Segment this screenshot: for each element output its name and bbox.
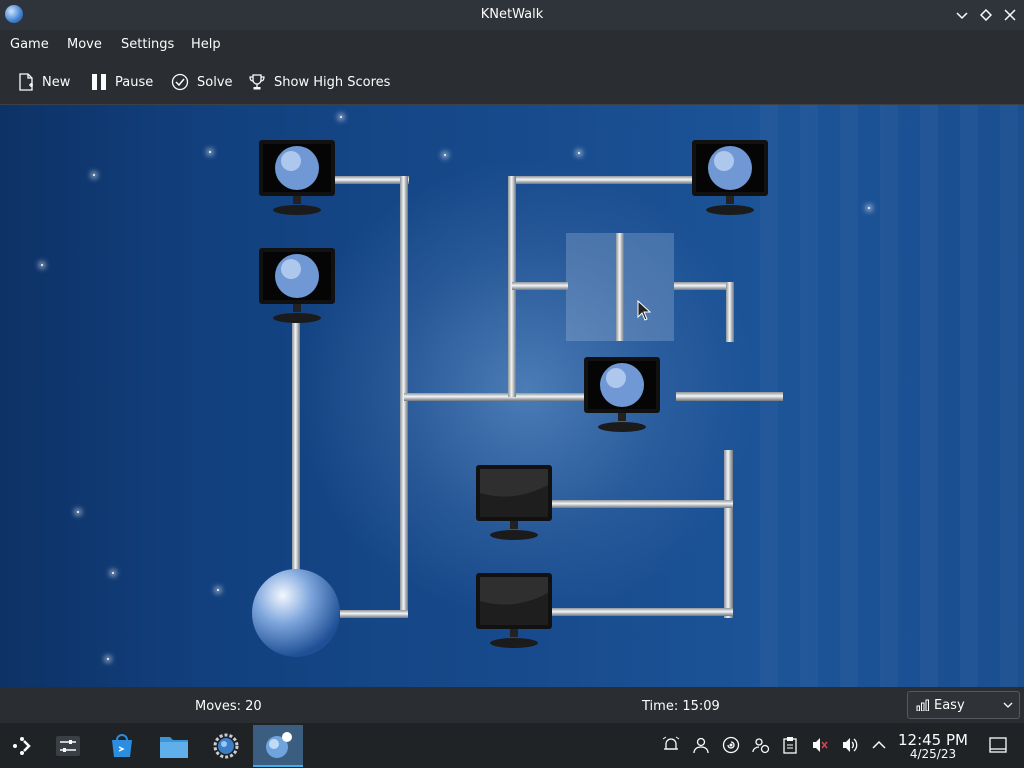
time-counter: Time: 15:09	[642, 699, 720, 714]
application-launcher-icon[interactable]	[2, 727, 42, 765]
toolbar: New Pause Solve Show High Scores	[0, 60, 1024, 105]
background-stripes	[760, 105, 1024, 687]
pause-button[interactable]: Pause	[91, 72, 153, 92]
star	[340, 116, 342, 118]
computer-offline-icon	[476, 465, 552, 540]
new-button[interactable]: New	[18, 72, 70, 92]
computer-online-icon	[584, 357, 660, 432]
user-icon[interactable]	[691, 735, 711, 755]
taskbar: 12:45 PM 4/25/23	[0, 723, 1024, 768]
star	[107, 658, 109, 660]
cable	[676, 392, 783, 401]
cable	[552, 500, 733, 508]
minimize-button[interactable]	[952, 5, 972, 25]
close-button[interactable]	[1000, 5, 1020, 25]
menu-game[interactable]: Game	[10, 37, 49, 52]
file-manager-icon[interactable]	[154, 727, 194, 765]
star	[578, 152, 580, 154]
cable	[552, 608, 733, 616]
accounts-icon[interactable]	[751, 735, 771, 755]
difficulty-select[interactable]: Easy	[907, 691, 1020, 719]
maximize-button[interactable]	[976, 5, 996, 25]
clock-date[interactable]: 4/25/23	[898, 747, 968, 761]
star	[112, 572, 114, 574]
system-settings-mixer-icon[interactable]	[48, 727, 88, 765]
chevron-down-icon	[956, 12, 968, 20]
server-globe-icon	[252, 569, 340, 657]
difficulty-value: Easy	[934, 697, 965, 713]
knetwalk-icon[interactable]	[253, 725, 303, 767]
moves-counter: Moves: 20	[195, 699, 262, 714]
star	[444, 154, 446, 156]
computer-online-icon	[259, 140, 335, 215]
cable	[404, 393, 584, 401]
show-high-scores-button[interactable]: Show High Scores	[248, 72, 390, 92]
discover-store-icon[interactable]	[102, 727, 142, 765]
menu-move[interactable]: Move	[67, 37, 102, 52]
update-icon[interactable]	[721, 735, 741, 755]
menu-settings[interactable]: Settings	[121, 37, 174, 52]
computer-online-icon	[259, 248, 335, 323]
star	[868, 207, 870, 209]
pause-button-label: Pause	[115, 74, 154, 90]
game-board[interactable]	[0, 105, 1024, 687]
cable	[340, 610, 408, 618]
cable	[292, 323, 300, 573]
new-button-label: New	[42, 74, 71, 90]
window-title: KNetWalk	[480, 7, 544, 22]
star	[41, 264, 43, 266]
show-high-scores-label: Show High Scores	[274, 74, 391, 90]
clipboard-icon[interactable]	[780, 735, 800, 755]
solve-button[interactable]: Solve	[171, 72, 233, 92]
computer-offline-icon	[476, 573, 552, 648]
star	[209, 151, 211, 153]
mouse-cursor-icon	[637, 300, 651, 321]
star	[77, 511, 79, 513]
title-bar: KNetWalk	[0, 0, 1024, 30]
star	[217, 589, 219, 591]
cable	[508, 176, 694, 184]
computer-online-icon	[692, 140, 768, 215]
settings-gear-icon[interactable]	[206, 727, 246, 765]
cable	[726, 282, 734, 342]
pause-icon	[92, 74, 106, 90]
new-document-icon	[19, 73, 33, 91]
menu-bar: Game Move Settings Help	[0, 30, 1024, 60]
cable	[724, 450, 733, 618]
cable	[512, 282, 568, 290]
tray-expand-icon[interactable]	[869, 735, 889, 755]
status-bar: Moves: 20 Time: 15:09 Easy	[0, 687, 1024, 723]
mute-icon[interactable]	[810, 735, 830, 755]
difficulty-bars-icon	[916, 699, 929, 711]
check-circle-icon	[171, 73, 189, 91]
show-desktop-icon[interactable]	[988, 735, 1008, 755]
cable	[335, 176, 409, 184]
menu-help[interactable]: Help	[191, 37, 221, 52]
trophy-icon	[249, 74, 265, 90]
alarm-icon[interactable]	[661, 735, 681, 755]
solve-button-label: Solve	[197, 74, 233, 90]
close-icon	[1004, 9, 1016, 21]
volume-icon[interactable]	[840, 735, 860, 755]
chevron-down-icon	[1003, 702, 1013, 708]
diamond-icon	[980, 9, 992, 21]
cable	[674, 282, 734, 290]
star	[93, 174, 95, 176]
cable	[616, 233, 624, 341]
